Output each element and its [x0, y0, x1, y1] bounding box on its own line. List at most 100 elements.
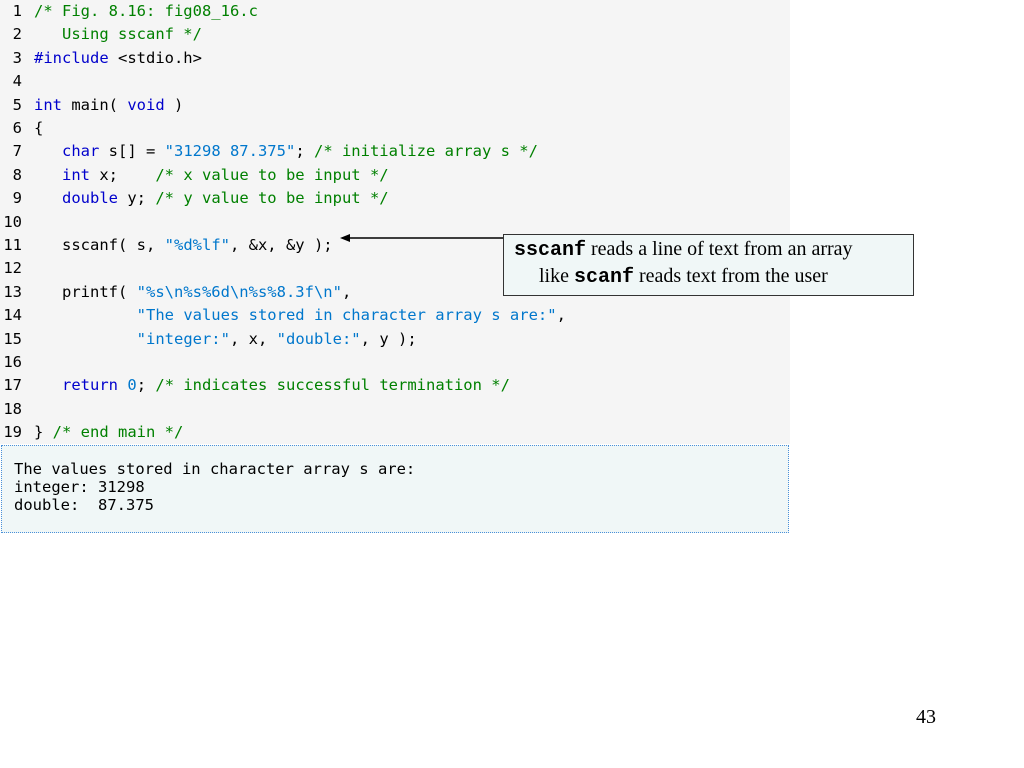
code-comment: Using sscanf */ — [34, 25, 202, 44]
line-number: 1 — [12, 2, 22, 20]
code-token: , &x, &y ); — [229, 236, 333, 254]
code-token: , — [556, 306, 566, 325]
line-number: 3 — [12, 48, 22, 67]
code-token: s[] = — [99, 142, 165, 161]
code-keyword: char — [62, 142, 100, 161]
page-number: 43 — [916, 706, 936, 728]
code-line: 14 "The values stored in character array… — [0, 304, 566, 327]
code-token: { — [34, 119, 44, 137]
code-text: sscanf( s, "%d%lf", &x, &y ); — [34, 234, 333, 257]
code-line: 12 — [0, 257, 22, 280]
callout-code-sscanf: sscanf — [514, 239, 587, 262]
callout-code-scanf: scanf — [574, 266, 635, 289]
code-keyword: void — [127, 95, 165, 114]
code-token: y; — [118, 189, 156, 208]
code-comment: /* indicates successful termination */ — [155, 376, 510, 395]
callout-line-1: sscanf reads a line of text from an arra… — [514, 238, 853, 262]
code-literal: "double:" — [276, 329, 361, 348]
code-literal: "%s\n%s%6d\n%s%8.3f\n" — [136, 282, 342, 301]
code-keyword: return — [62, 376, 118, 395]
code-text: int main( void ) — [34, 94, 183, 117]
code-keyword: double — [62, 189, 118, 208]
code-line: 16 — [0, 351, 22, 374]
code-token: ) — [164, 95, 184, 114]
code-literal: "31298 87.375" — [164, 142, 296, 161]
code-literal: "%d%lf" — [164, 236, 230, 254]
line-number: 7 — [12, 142, 22, 161]
code-line: 6{ — [0, 117, 44, 140]
line-number: 13 — [3, 282, 22, 301]
callout-line-2: like scanf reads text from the user — [539, 265, 828, 289]
line-number: 2 — [12, 25, 22, 44]
code-comment: /* initialize array s */ — [313, 142, 538, 161]
code-text: int x; /* x value to be input */ — [34, 164, 389, 187]
code-token: sscanf( s, — [34, 236, 165, 254]
code-line: 10 — [0, 211, 22, 234]
line-number: 11 — [3, 236, 22, 254]
code-text: return 0; /* indicates successful termin… — [34, 374, 510, 397]
code-literal: 0 — [127, 376, 137, 395]
code-comment: /* y value to be input */ — [155, 189, 389, 208]
code-line: 5 int main( void ) — [0, 94, 184, 117]
line-number: 14 — [3, 306, 22, 325]
callout-prefix-2: like — [539, 265, 574, 287]
code-token: printf( — [34, 282, 137, 301]
code-line: 8 int x; /* x value to be input */ — [0, 164, 389, 187]
code-line: 17 return 0; /* indicates successful ter… — [0, 374, 510, 397]
code-text: } /* end main */ — [34, 421, 183, 444]
code-keyword: int — [62, 165, 90, 184]
line-number: 6 — [12, 119, 22, 137]
line-number: 4 — [12, 72, 22, 91]
code-line: 11 sscanf( s, "%d%lf", &x, &y ); — [0, 234, 332, 257]
line-number: 15 — [3, 329, 22, 348]
code-comment: /* x value to be input */ — [155, 165, 389, 184]
code-keyword: int — [34, 95, 62, 114]
line-number: 5 — [12, 95, 22, 114]
line-number: 17 — [3, 376, 22, 395]
line-number: 9 — [12, 189, 22, 208]
code-line: 15 "integer:", x, "double:", y ); — [0, 328, 416, 351]
code-token: x; — [90, 165, 156, 184]
code-line: 7 char s[] = "31298 87.375"; /* initiali… — [0, 140, 538, 163]
code-line: 4 — [0, 70, 22, 93]
callout-text-1: reads a line of text from an array — [586, 238, 853, 260]
code-text: "The values stored in character array s … — [34, 304, 566, 327]
line-number: 19 — [3, 423, 22, 442]
code-token: , — [341, 282, 352, 301]
code-text: #include <stdio.h> — [34, 47, 202, 70]
code-text: /* Fig. 8.16: fig08_16.c — [34, 0, 258, 23]
line-number: 16 — [3, 353, 22, 371]
code-line: 19 } /* end main */ — [0, 421, 183, 444]
output-line: integer: 31298 — [14, 478, 145, 496]
code-token: , y ); — [360, 329, 417, 348]
code-text: { — [34, 117, 43, 140]
code-text: double y; /* y value to be input */ — [34, 187, 389, 210]
code-line: 2 Using sscanf */ — [0, 23, 202, 46]
code-text: "integer:", x, "double:", y ); — [34, 328, 417, 351]
code-token: ; — [295, 142, 314, 161]
line-number: 12 — [3, 259, 22, 278]
code-text: printf( "%s\n%s%6d\n%s%8.3f\n", — [34, 281, 351, 304]
code-text: char s[] = "31298 87.375"; /* initialize… — [34, 140, 538, 163]
code-literal: "The values stored in character array s … — [136, 306, 557, 325]
code-comment: /* Fig. 8.16: fig08_16.c — [34, 2, 258, 20]
program-output: The values stored in character array s a… — [1, 445, 789, 533]
code-token: } — [34, 423, 53, 442]
code-literal: "integer:" — [136, 329, 230, 348]
code-listing: 1 /* Fig. 8.16: fig08_16.c 2 Using sscanf … — [0, 0, 790, 444]
line-number: 18 — [3, 399, 22, 418]
line-number: 8 — [12, 165, 22, 184]
output-line: The values stored in character array s a… — [14, 460, 416, 478]
code-token: ; — [136, 376, 156, 395]
code-token: main( — [62, 95, 128, 114]
line-number: 10 — [3, 212, 22, 231]
sscanf-callout: sscanf reads a line of text from an arra… — [503, 234, 914, 296]
code-line: 9 double y; /* y value to be input */ — [0, 187, 389, 210]
